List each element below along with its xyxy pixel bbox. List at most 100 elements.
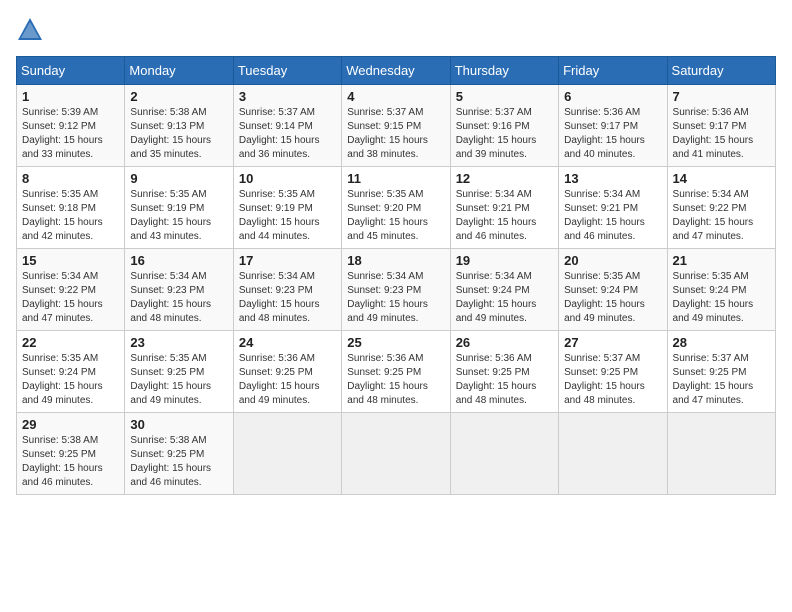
day-info: Sunrise: 5:35 AMSunset: 9:25 PMDaylight:…	[130, 352, 227, 408]
calendar-cell: 18 Sunrise: 5:34 AMSunset: 9:23 PMDaylig…	[342, 249, 450, 331]
day-info: Sunrise: 5:34 AMSunset: 9:23 PMDaylight:…	[239, 270, 336, 326]
calendar-week-row: 15 Sunrise: 5:34 AMSunset: 9:22 PMDaylig…	[17, 249, 776, 331]
day-info: Sunrise: 5:36 AMSunset: 9:17 PMDaylight:…	[564, 106, 661, 162]
calendar-week-row: 1 Sunrise: 5:39 AMSunset: 9:12 PMDayligh…	[17, 85, 776, 167]
day-info: Sunrise: 5:38 AMSunset: 9:25 PMDaylight:…	[130, 434, 227, 490]
calendar-cell: 27 Sunrise: 5:37 AMSunset: 9:25 PMDaylig…	[559, 331, 667, 413]
day-info: Sunrise: 5:35 AMSunset: 9:18 PMDaylight:…	[22, 188, 119, 244]
day-info: Sunrise: 5:35 AMSunset: 9:24 PMDaylight:…	[673, 270, 770, 326]
day-number: 15	[22, 253, 119, 268]
day-number: 8	[22, 171, 119, 186]
day-number: 12	[456, 171, 553, 186]
day-number: 27	[564, 335, 661, 350]
day-info: Sunrise: 5:35 AMSunset: 9:19 PMDaylight:…	[130, 188, 227, 244]
day-number: 11	[347, 171, 444, 186]
day-info: Sunrise: 5:35 AMSunset: 9:24 PMDaylight:…	[564, 270, 661, 326]
calendar-cell: 1 Sunrise: 5:39 AMSunset: 9:12 PMDayligh…	[17, 85, 125, 167]
calendar-cell: 10 Sunrise: 5:35 AMSunset: 9:19 PMDaylig…	[233, 167, 341, 249]
day-number: 4	[347, 89, 444, 104]
logo-icon	[16, 16, 44, 44]
day-info: Sunrise: 5:34 AMSunset: 9:24 PMDaylight:…	[456, 270, 553, 326]
day-info: Sunrise: 5:38 AMSunset: 9:25 PMDaylight:…	[22, 434, 119, 490]
calendar-cell: 20 Sunrise: 5:35 AMSunset: 9:24 PMDaylig…	[559, 249, 667, 331]
calendar-cell: 24 Sunrise: 5:36 AMSunset: 9:25 PMDaylig…	[233, 331, 341, 413]
day-number: 9	[130, 171, 227, 186]
day-info: Sunrise: 5:37 AMSunset: 9:15 PMDaylight:…	[347, 106, 444, 162]
day-number: 20	[564, 253, 661, 268]
day-info: Sunrise: 5:36 AMSunset: 9:25 PMDaylight:…	[347, 352, 444, 408]
calendar-cell: 15 Sunrise: 5:34 AMSunset: 9:22 PMDaylig…	[17, 249, 125, 331]
calendar-cell	[450, 413, 558, 495]
header-day-monday: Monday	[125, 57, 233, 85]
calendar-cell: 13 Sunrise: 5:34 AMSunset: 9:21 PMDaylig…	[559, 167, 667, 249]
day-info: Sunrise: 5:34 AMSunset: 9:23 PMDaylight:…	[130, 270, 227, 326]
calendar-cell: 12 Sunrise: 5:34 AMSunset: 9:21 PMDaylig…	[450, 167, 558, 249]
day-number: 21	[673, 253, 770, 268]
calendar-week-row: 29 Sunrise: 5:38 AMSunset: 9:25 PMDaylig…	[17, 413, 776, 495]
header-day-wednesday: Wednesday	[342, 57, 450, 85]
day-number: 17	[239, 253, 336, 268]
calendar-body: 1 Sunrise: 5:39 AMSunset: 9:12 PMDayligh…	[17, 85, 776, 495]
calendar-header: SundayMondayTuesdayWednesdayThursdayFrid…	[17, 57, 776, 85]
header-day-tuesday: Tuesday	[233, 57, 341, 85]
header-day-sunday: Sunday	[17, 57, 125, 85]
day-info: Sunrise: 5:37 AMSunset: 9:25 PMDaylight:…	[564, 352, 661, 408]
day-number: 24	[239, 335, 336, 350]
day-number: 16	[130, 253, 227, 268]
calendar-cell: 17 Sunrise: 5:34 AMSunset: 9:23 PMDaylig…	[233, 249, 341, 331]
calendar-cell: 19 Sunrise: 5:34 AMSunset: 9:24 PMDaylig…	[450, 249, 558, 331]
day-number: 14	[673, 171, 770, 186]
calendar-cell: 9 Sunrise: 5:35 AMSunset: 9:19 PMDayligh…	[125, 167, 233, 249]
calendar-cell: 22 Sunrise: 5:35 AMSunset: 9:24 PMDaylig…	[17, 331, 125, 413]
day-info: Sunrise: 5:36 AMSunset: 9:17 PMDaylight:…	[673, 106, 770, 162]
day-info: Sunrise: 5:35 AMSunset: 9:19 PMDaylight:…	[239, 188, 336, 244]
calendar-cell: 26 Sunrise: 5:36 AMSunset: 9:25 PMDaylig…	[450, 331, 558, 413]
calendar-cell	[667, 413, 775, 495]
logo	[16, 16, 48, 44]
header-day-friday: Friday	[559, 57, 667, 85]
day-number: 22	[22, 335, 119, 350]
day-number: 18	[347, 253, 444, 268]
calendar-cell	[559, 413, 667, 495]
header-row: SundayMondayTuesdayWednesdayThursdayFrid…	[17, 57, 776, 85]
calendar-cell	[233, 413, 341, 495]
day-info: Sunrise: 5:38 AMSunset: 9:13 PMDaylight:…	[130, 106, 227, 162]
day-info: Sunrise: 5:35 AMSunset: 9:24 PMDaylight:…	[22, 352, 119, 408]
day-number: 6	[564, 89, 661, 104]
day-number: 23	[130, 335, 227, 350]
day-number: 26	[456, 335, 553, 350]
calendar-cell: 5 Sunrise: 5:37 AMSunset: 9:16 PMDayligh…	[450, 85, 558, 167]
day-info: Sunrise: 5:37 AMSunset: 9:25 PMDaylight:…	[673, 352, 770, 408]
calendar-cell: 3 Sunrise: 5:37 AMSunset: 9:14 PMDayligh…	[233, 85, 341, 167]
calendar-cell: 11 Sunrise: 5:35 AMSunset: 9:20 PMDaylig…	[342, 167, 450, 249]
day-number: 19	[456, 253, 553, 268]
day-info: Sunrise: 5:35 AMSunset: 9:20 PMDaylight:…	[347, 188, 444, 244]
calendar-table: SundayMondayTuesdayWednesdayThursdayFrid…	[16, 56, 776, 495]
day-number: 1	[22, 89, 119, 104]
header-day-thursday: Thursday	[450, 57, 558, 85]
day-number: 25	[347, 335, 444, 350]
day-number: 7	[673, 89, 770, 104]
calendar-week-row: 22 Sunrise: 5:35 AMSunset: 9:24 PMDaylig…	[17, 331, 776, 413]
day-info: Sunrise: 5:37 AMSunset: 9:16 PMDaylight:…	[456, 106, 553, 162]
day-info: Sunrise: 5:36 AMSunset: 9:25 PMDaylight:…	[239, 352, 336, 408]
day-number: 13	[564, 171, 661, 186]
day-info: Sunrise: 5:34 AMSunset: 9:21 PMDaylight:…	[456, 188, 553, 244]
day-number: 2	[130, 89, 227, 104]
day-info: Sunrise: 5:34 AMSunset: 9:21 PMDaylight:…	[564, 188, 661, 244]
calendar-cell: 6 Sunrise: 5:36 AMSunset: 9:17 PMDayligh…	[559, 85, 667, 167]
day-info: Sunrise: 5:34 AMSunset: 9:23 PMDaylight:…	[347, 270, 444, 326]
header	[16, 16, 776, 44]
calendar-cell: 23 Sunrise: 5:35 AMSunset: 9:25 PMDaylig…	[125, 331, 233, 413]
day-info: Sunrise: 5:37 AMSunset: 9:14 PMDaylight:…	[239, 106, 336, 162]
calendar-cell: 2 Sunrise: 5:38 AMSunset: 9:13 PMDayligh…	[125, 85, 233, 167]
calendar-cell: 29 Sunrise: 5:38 AMSunset: 9:25 PMDaylig…	[17, 413, 125, 495]
day-info: Sunrise: 5:39 AMSunset: 9:12 PMDaylight:…	[22, 106, 119, 162]
day-number: 28	[673, 335, 770, 350]
calendar-cell: 8 Sunrise: 5:35 AMSunset: 9:18 PMDayligh…	[17, 167, 125, 249]
calendar-cell: 7 Sunrise: 5:36 AMSunset: 9:17 PMDayligh…	[667, 85, 775, 167]
calendar-cell: 14 Sunrise: 5:34 AMSunset: 9:22 PMDaylig…	[667, 167, 775, 249]
day-number: 29	[22, 417, 119, 432]
calendar-cell: 21 Sunrise: 5:35 AMSunset: 9:24 PMDaylig…	[667, 249, 775, 331]
day-number: 3	[239, 89, 336, 104]
